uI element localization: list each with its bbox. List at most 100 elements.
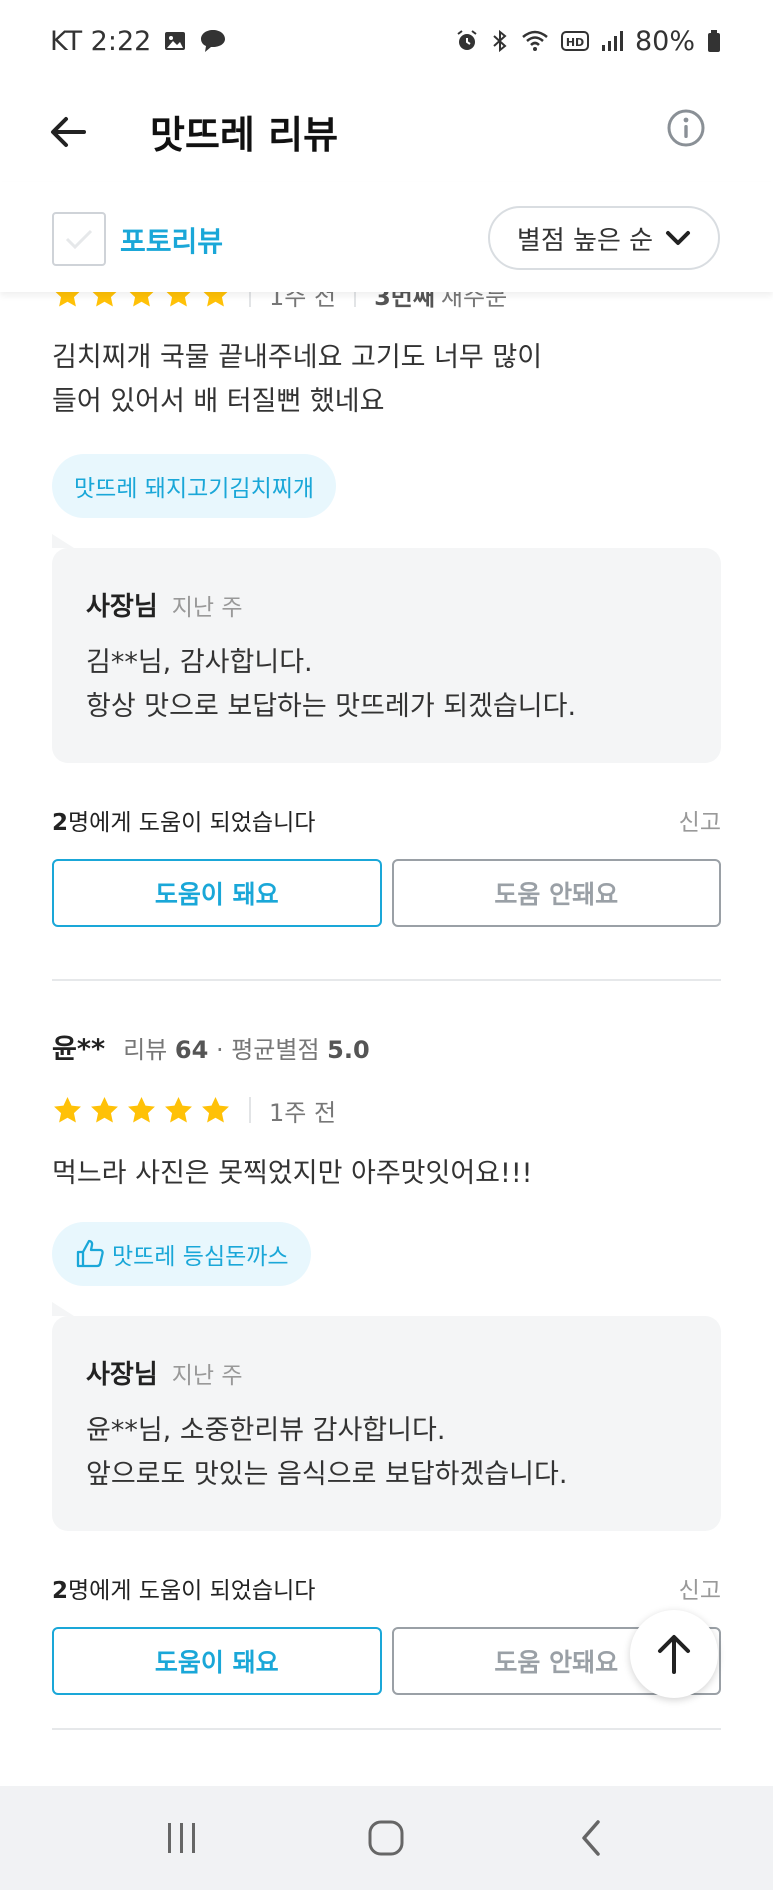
vote-buttons: 도움이 돼요 도움 안돼요 bbox=[52, 859, 721, 927]
chat-bubble-icon bbox=[199, 28, 227, 54]
check-icon bbox=[65, 229, 93, 250]
rating-row: 1주 전 3번째 재주문 bbox=[52, 292, 721, 314]
arrow-left-icon bbox=[51, 117, 86, 147]
review-divider bbox=[52, 1728, 721, 1730]
info-button[interactable] bbox=[666, 108, 706, 148]
avg-rating-label: · 평균별점 bbox=[215, 1036, 320, 1064]
owner-reply-time: 지난 주 bbox=[171, 1363, 243, 1389]
helpful-text: 2명에게 도움이 되었습니다 bbox=[52, 1571, 315, 1605]
helpful-no-button[interactable]: 도움 안돼요 bbox=[391, 859, 721, 927]
helpful-suffix: 명에게 도움이 되었습니다 bbox=[68, 1578, 316, 1604]
recent-apps-icon bbox=[168, 1823, 196, 1853]
recent-apps-button[interactable] bbox=[142, 1808, 222, 1868]
sort-label: 별점 높은 순 bbox=[516, 225, 654, 256]
owner-name: 사장님 bbox=[86, 1360, 158, 1390]
alarm-icon bbox=[455, 29, 479, 53]
review-item: 윤** 리뷰 64 · 평균별점 5.0 1주 전 먹느라 사진은 못찍었지만 … bbox=[52, 1027, 721, 1695]
app-header: 맛뜨레 리뷰 bbox=[0, 82, 773, 182]
system-nav-bar bbox=[0, 1786, 773, 1890]
status-bar: KT 2:22 HD 80% bbox=[0, 0, 773, 82]
reviewer-row: 윤** 리뷰 64 · 평균별점 5.0 bbox=[52, 1027, 721, 1066]
star-icon bbox=[165, 1096, 192, 1123]
image-icon bbox=[163, 29, 187, 53]
owner-reply-text: 윤**님, 소중한리뷰 감사합니다. 앞으로도 맛있는 음식으로 보답하겠습니다… bbox=[86, 1415, 568, 1490]
divider bbox=[249, 1097, 251, 1123]
svg-text:HD: HD bbox=[566, 36, 584, 49]
helpful-suffix: 명에게 도움이 되었습니다 bbox=[68, 810, 316, 836]
helpful-row: 2명에게 도움이 되었습니다 신고 bbox=[52, 803, 721, 837]
star-icon bbox=[56, 292, 79, 307]
helpful-yes-button[interactable]: 도움이 돼요 bbox=[52, 859, 382, 927]
review-time: 1주 전 bbox=[269, 1098, 337, 1127]
helpful-yes-button[interactable]: 도움이 돼요 bbox=[52, 1627, 382, 1695]
page-title: 맛뜨레 리뷰 bbox=[150, 113, 339, 157]
star-icon bbox=[93, 292, 116, 307]
star-rating bbox=[52, 292, 231, 310]
owner-reply-header: 사장님 지난 주 bbox=[86, 586, 687, 623]
review-time: 1주 전 bbox=[269, 292, 337, 311]
report-link[interactable]: 신고 bbox=[679, 803, 721, 837]
menu-tag-label: 맛뜨레 등심돈까스 bbox=[112, 1244, 289, 1270]
sort-dropdown[interactable]: 별점 높은 순 bbox=[488, 206, 720, 270]
star-icon bbox=[204, 292, 227, 307]
star-icon bbox=[130, 292, 153, 307]
arrow-up-icon bbox=[658, 1635, 690, 1674]
menu-tag[interactable]: 맛뜨레 등심돈까스 bbox=[52, 1222, 311, 1286]
helpful-row: 2명에게 도움이 되었습니다 신고 bbox=[52, 1571, 721, 1605]
review-list[interactable]: 1주 전 3번째 재주문 김치찌개 국물 끝내주네요 고기도 너무 많이 들어 … bbox=[0, 292, 773, 1786]
status-right: HD 80% bbox=[455, 26, 721, 57]
status-left: KT 2:22 bbox=[50, 26, 227, 57]
owner-name: 사장님 bbox=[86, 592, 158, 622]
home-icon bbox=[368, 1820, 404, 1856]
menu-tag-label: 맛뜨레 돼지고기김치찌개 bbox=[74, 476, 315, 502]
divider bbox=[249, 292, 251, 307]
bluetooth-icon bbox=[491, 29, 509, 53]
star-icon bbox=[128, 1096, 155, 1123]
avg-rating: 5.0 bbox=[327, 1036, 370, 1064]
vote-buttons: 도움이 돼요 도움 안돼요 bbox=[52, 1627, 721, 1695]
star-icon bbox=[202, 1096, 229, 1123]
filter-bar: 포토리뷰 별점 높은 순 bbox=[0, 182, 773, 292]
chevron-down-icon bbox=[666, 231, 691, 245]
owner-reply-text: 김**님, 감사합니다. 항상 맛으로 보답하는 맛뜨레가 되겠습니다. bbox=[86, 647, 577, 722]
star-icon bbox=[54, 1096, 81, 1123]
helpful-count: 2 bbox=[52, 810, 69, 836]
review-count: 64 bbox=[174, 1036, 209, 1064]
carrier-time: KT 2:22 bbox=[50, 25, 152, 57]
divider bbox=[354, 292, 357, 307]
menu-tag[interactable]: 맛뜨레 돼지고기김치찌개 bbox=[52, 454, 337, 518]
wifi-icon bbox=[521, 29, 549, 53]
home-button[interactable] bbox=[346, 1808, 426, 1868]
photo-review-checkbox[interactable] bbox=[52, 212, 106, 266]
review-text: 김치찌개 국물 끝내주네요 고기도 너무 많이 들어 있어서 배 터질뻔 했네요 bbox=[52, 342, 543, 417]
scroll-to-top-button[interactable] bbox=[630, 1610, 718, 1698]
helpful-text: 2명에게 도움이 되었습니다 bbox=[52, 803, 315, 837]
review-divider bbox=[52, 979, 721, 981]
star-rating bbox=[52, 1095, 231, 1126]
helpful-count: 2 bbox=[52, 1578, 69, 1604]
reviewer-name[interactable]: 윤** bbox=[52, 1027, 105, 1066]
owner-reply-time: 지난 주 bbox=[171, 595, 243, 621]
nav-back-button[interactable] bbox=[551, 1808, 631, 1868]
rating-row: 1주 전 bbox=[52, 1090, 721, 1130]
review-count-label: 리뷰 bbox=[123, 1036, 168, 1064]
info-icon bbox=[667, 109, 705, 147]
review-text: 먹느라 사진은 못찍었지만 아주맛잇어요!!! bbox=[52, 1158, 533, 1189]
star-icon bbox=[167, 292, 190, 307]
reorder-label: 재주문 bbox=[440, 292, 508, 311]
battery-percent: 80% bbox=[634, 25, 695, 57]
battery-icon bbox=[707, 29, 721, 53]
reorder-count: 3번째 bbox=[374, 292, 435, 311]
thumbs-up-icon bbox=[76, 1239, 104, 1268]
owner-reply: 사장님 지난 주 김**님, 감사합니다. 항상 맛으로 보답하는 맛뜨레가 되… bbox=[52, 534, 721, 763]
report-link[interactable]: 신고 bbox=[679, 1571, 721, 1605]
star-icon bbox=[91, 1096, 118, 1123]
hd-icon: HD bbox=[560, 30, 589, 52]
back-button[interactable] bbox=[46, 110, 90, 154]
owner-reply-header: 사장님 지난 주 bbox=[86, 1354, 687, 1391]
nav-back-icon bbox=[582, 1820, 600, 1856]
review-item: 1주 전 3번째 재주문 김치찌개 국물 끝내주네요 고기도 너무 많이 들어 … bbox=[52, 292, 721, 927]
owner-reply: 사장님 지난 주 윤**님, 소중한리뷰 감사합니다. 앞으로도 맛있는 음식으… bbox=[52, 1302, 721, 1531]
reviewer-stats: 리뷰 64 · 평균별점 5.0 bbox=[123, 1030, 370, 1065]
photo-review-label[interactable]: 포토리뷰 bbox=[120, 220, 223, 260]
